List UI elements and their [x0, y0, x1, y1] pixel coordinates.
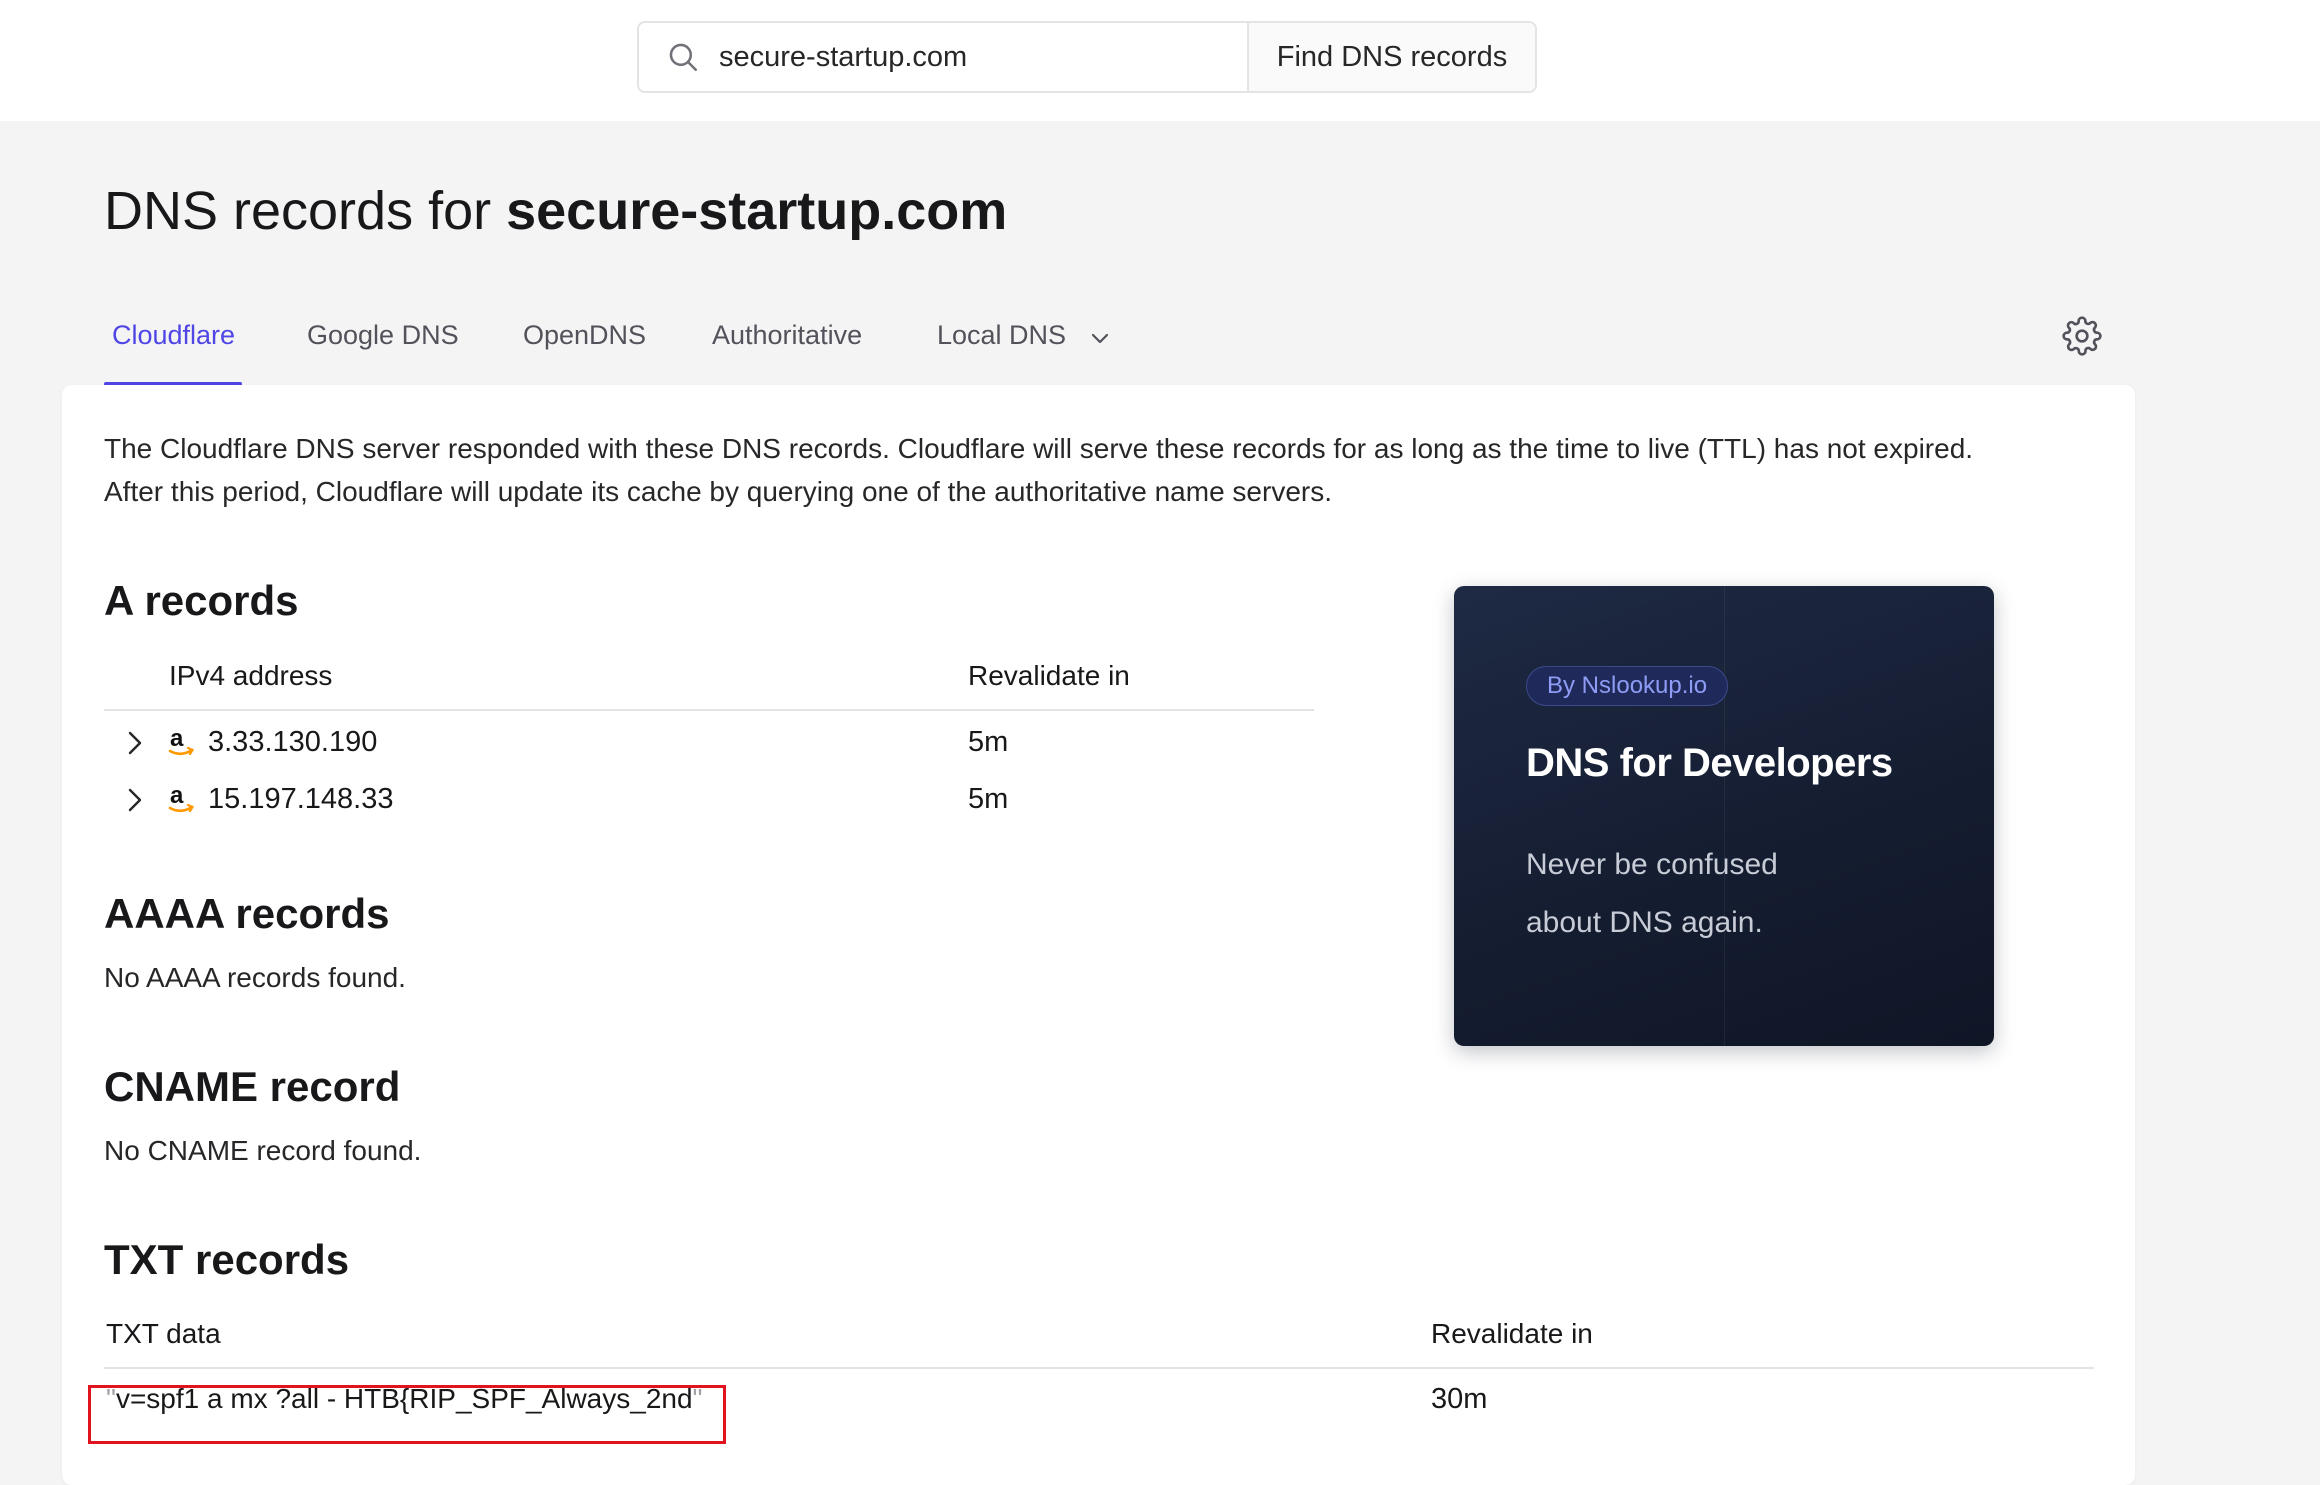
promo-subtitle-line-2: about DNS again. — [1526, 906, 1763, 939]
txt-col-data-header: TXT data — [106, 1318, 221, 1349]
a-record-revalidate: 5m — [968, 726, 1009, 758]
promo-title: DNS for Developers — [1526, 741, 1893, 785]
promo-subtitle-line-1: Never be confused — [1526, 848, 1778, 881]
tab-label: Google DNS — [307, 320, 459, 350]
tab-cloudflare[interactable]: Cloudflare — [112, 300, 235, 386]
settings-gear-icon[interactable] — [2062, 316, 2102, 361]
results-card: The Cloudflare DNS server responded with… — [62, 385, 2135, 1485]
cname-empty-text: No CNAME record found. — [104, 1135, 422, 1166]
expand-chevron-icon[interactable] — [124, 786, 146, 819]
txt-record-revalidate: 30m — [1431, 1383, 1488, 1415]
domain-search-input[interactable] — [719, 23, 1247, 91]
intro-line-1: The Cloudflare DNS server responded with… — [104, 433, 1974, 464]
promo-subtitle: Never be confused about DNS again. — [1526, 836, 1826, 952]
aaaa-empty-text: No AAAA records found. — [104, 962, 406, 993]
search-icon — [639, 23, 719, 91]
txt-records-title: TXT records — [104, 1236, 350, 1283]
highlight-box — [88, 1385, 726, 1444]
tab-label: OpenDNS — [523, 320, 647, 350]
a-record-revalidate: 5m — [968, 783, 1009, 815]
page-title-domain: secure-startup.com — [506, 181, 1008, 241]
tab-label: Cloudflare — [112, 320, 236, 350]
search-bar: Find DNS records — [637, 21, 1537, 93]
cname-record-title: CNAME record — [104, 1063, 401, 1110]
tab-opendns[interactable]: OpenDNS — [523, 300, 646, 386]
resolver-tabs: Cloudflare Google DNS OpenDNS Authoritat… — [104, 300, 2134, 386]
chevron-down-icon — [1090, 324, 1110, 355]
tab-authoritative[interactable]: Authoritative — [712, 300, 862, 386]
intro-text: The Cloudflare DNS server responded with… — [104, 427, 2104, 513]
a-col-revalidate-header: Revalidate in — [968, 660, 1130, 691]
a-col-ipv4-header: IPv4 address — [169, 660, 333, 691]
intro-line-2: After this period, Cloudflare will updat… — [104, 476, 1332, 507]
tab-label: Local DNS — [937, 320, 1067, 350]
txt-col-revalidate-header: Revalidate in — [1431, 1318, 1593, 1349]
amazon-icon: a — [168, 782, 195, 821]
a-table-divider — [104, 709, 1314, 711]
a-record-ip[interactable]: 3.33.130.190 — [208, 726, 377, 759]
find-dns-records-button[interactable]: Find DNS records — [1247, 23, 1535, 91]
a-records-title: A records — [104, 577, 299, 624]
a-record-ip[interactable]: 15.197.148.33 — [208, 783, 393, 816]
expand-chevron-icon[interactable] — [124, 729, 146, 762]
tab-local-dns[interactable]: Local DNS — [937, 300, 1110, 386]
page-title: DNS records for secure-startup.com — [104, 180, 1007, 242]
tab-label: Authoritative — [712, 320, 863, 350]
txt-table-divider — [104, 1367, 2094, 1369]
aaaa-records-title: AAAA records — [104, 890, 390, 937]
page-title-prefix: DNS records for — [104, 181, 507, 241]
svg-text:a: a — [170, 782, 184, 809]
promo-decoration-line — [1724, 586, 1725, 1046]
top-bar: Find DNS records — [0, 0, 2320, 121]
svg-text:a: a — [170, 725, 184, 752]
amazon-icon: a — [168, 725, 195, 764]
promo-card[interactable]: By Nslookup.io DNS for Developers Never … — [1454, 586, 1994, 1046]
tab-google-dns[interactable]: Google DNS — [307, 300, 459, 386]
promo-badge: By Nslookup.io — [1526, 666, 1729, 706]
